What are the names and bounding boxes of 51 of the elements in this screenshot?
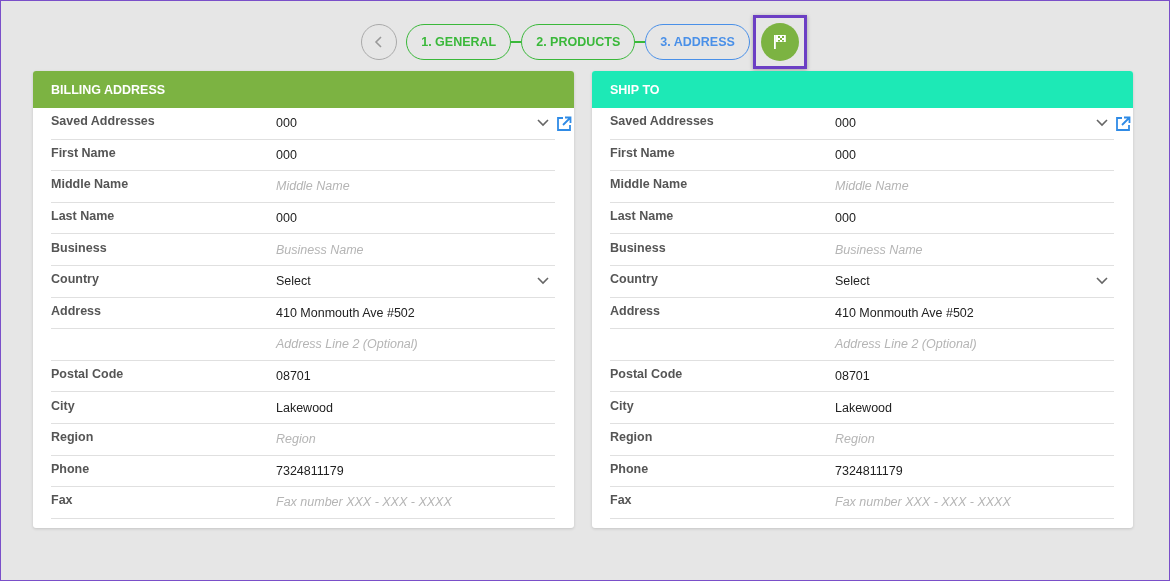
input-field[interactable]: 410 Monmouth Ave #502: [835, 297, 1114, 330]
field-label: Middle Name: [51, 177, 129, 192]
field-label: Country: [51, 272, 99, 287]
card-title: SHIP TO: [610, 82, 660, 97]
field-label: Last Name: [51, 209, 115, 224]
external-link-icon[interactable]: [556, 115, 572, 132]
input-field[interactable]: 08701: [835, 360, 1114, 393]
chevron-down-icon: [537, 277, 549, 286]
dropdown-field[interactable]: 000: [835, 108, 1114, 140]
field-label: Postal Code: [610, 367, 683, 382]
input-field[interactable]: Lakewood: [276, 392, 555, 424]
input-field[interactable]: Lakewood: [835, 392, 1114, 424]
dropdown-field[interactable]: 000: [276, 108, 555, 140]
flag-icon: [772, 34, 787, 50]
card-title: BILLING ADDRESS: [51, 82, 166, 97]
input-field[interactable]: 7324811179: [835, 455, 1114, 488]
field-label: Middle Name: [610, 177, 688, 192]
field-label: Region: [610, 430, 653, 445]
field-label: Address: [51, 303, 102, 318]
input-field[interactable]: 000: [835, 202, 1114, 235]
input-field[interactable]: 000: [276, 202, 555, 235]
field-label: First Name: [51, 145, 116, 160]
field-label: Business: [610, 240, 666, 255]
field-label: City: [51, 398, 75, 413]
input-field[interactable]: 000: [276, 139, 555, 172]
input-field[interactable]: 7324811179: [276, 455, 555, 488]
chevron-left-icon: [374, 36, 385, 48]
chevron-down-icon: [1096, 119, 1108, 128]
field-label: Fax: [51, 493, 73, 508]
finish-button[interactable]: [760, 23, 799, 61]
field-label: Saved Addresses: [51, 114, 155, 129]
field-label: Last Name: [610, 209, 674, 224]
dropdown-field[interactable]: Select: [276, 265, 555, 298]
field-label: Phone: [610, 461, 649, 476]
field-label: Address: [610, 303, 661, 318]
field-label: Saved Addresses: [610, 114, 714, 129]
field-label: Fax: [610, 493, 632, 508]
field-label: City: [610, 398, 634, 413]
chevron-down-icon: [1096, 277, 1108, 286]
field-label: Region: [51, 430, 94, 445]
dropdown-field[interactable]: Select: [835, 265, 1114, 298]
input-field[interactable]: 08701: [276, 360, 555, 393]
chevron-down-icon: [537, 119, 549, 128]
field-label: Postal Code: [51, 367, 124, 382]
input-field[interactable]: 410 Monmouth Ave #502: [276, 297, 555, 330]
input-field[interactable]: 000: [835, 139, 1114, 172]
external-link-icon[interactable]: [1115, 115, 1131, 132]
field-label: Business: [51, 240, 107, 255]
field-label: First Name: [610, 145, 675, 160]
field-label: Country: [610, 272, 658, 287]
field-label: Phone: [51, 461, 90, 476]
